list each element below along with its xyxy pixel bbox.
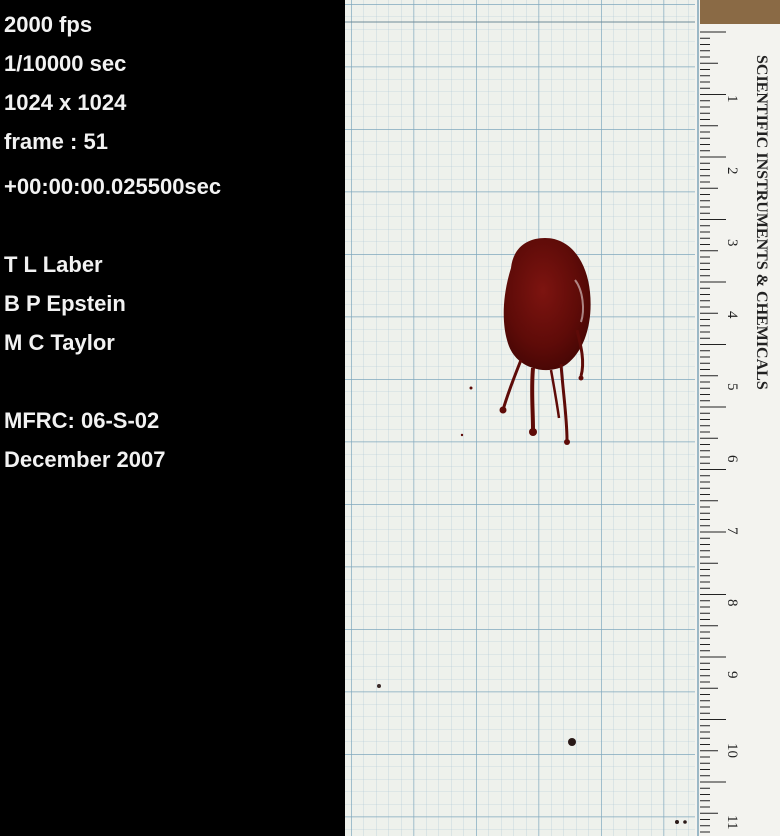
info-overlay-panel: 2000 fps 1/10000 sec 1024 x 1024 frame :…: [0, 0, 345, 836]
ruler-number: 1: [724, 95, 740, 103]
ruler-number: 2: [724, 167, 740, 175]
ruler-brand-text: SCIENTIFIC INSTRUMENTS & CHEMICALS: [753, 55, 770, 390]
frame-number-label: frame : 51: [4, 129, 108, 154]
author-2: B P Epstein: [4, 291, 126, 316]
shutter-speed-label: 1/10000 sec: [4, 51, 127, 76]
ruler-top-tan: [700, 0, 780, 24]
ruler-number: 8: [724, 599, 740, 607]
blood-drop-photo: 1 2 3 4 5 6 7 8 9 10 11 SCIENTIFIC INSTRUMENTS & C…: [345, 0, 780, 836]
date-label: December 2007: [4, 447, 166, 472]
ruler-number: 9: [724, 671, 740, 679]
author-3: M C Taylor: [4, 330, 115, 355]
ruler-number: 3: [724, 239, 740, 247]
ruler-number: 7: [724, 527, 740, 535]
ruler-number: 6: [724, 455, 740, 463]
reference-code: MFRC: 06-S-02: [4, 408, 160, 433]
ruler-number: 11: [724, 815, 740, 829]
ruler-number: 4: [724, 311, 740, 319]
ruler-number: 10: [724, 743, 740, 758]
timestamp-label: +00:00:00.025500sec: [4, 174, 222, 199]
ruler-number: 5: [724, 383, 740, 391]
author-1: T L Laber: [4, 252, 103, 277]
resolution-label: 1024 x 1024: [4, 90, 127, 115]
fps-label: 2000 fps: [4, 12, 93, 37]
